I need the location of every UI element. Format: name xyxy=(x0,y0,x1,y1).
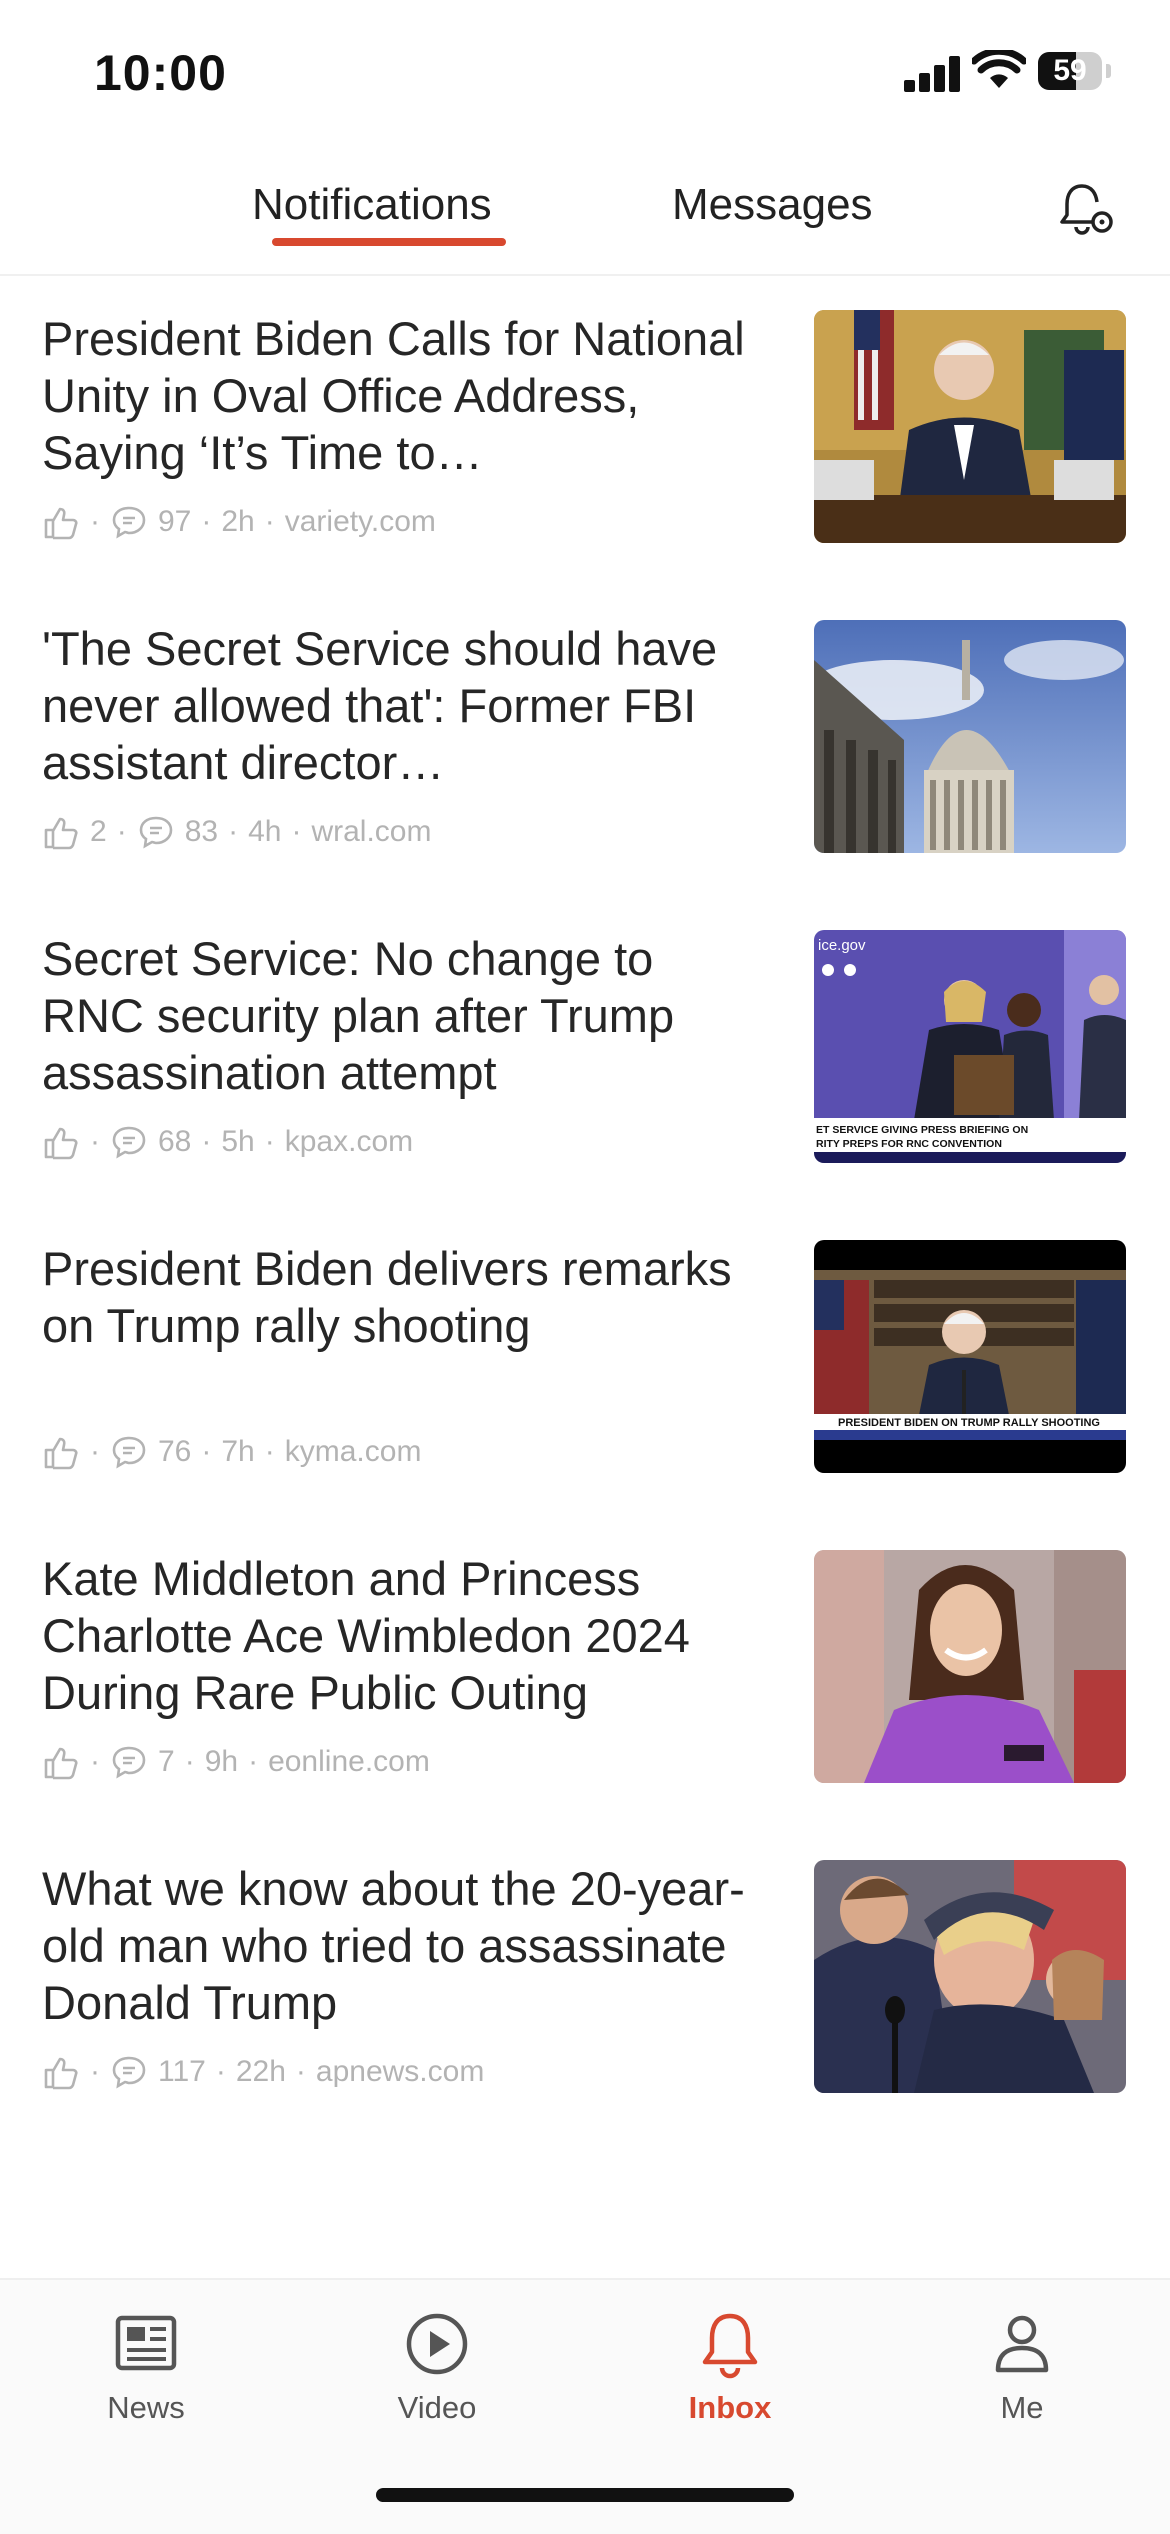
nav-item-me[interactable]: Me xyxy=(922,2308,1122,2426)
notification-item[interactable]: 'The Secret Service should have never al… xyxy=(0,586,1170,896)
nav-label-inbox: Inbox xyxy=(688,2390,772,2425)
post-time: 7h xyxy=(221,1435,255,1468)
notification-title[interactable]: President Biden delivers remarks on Trum… xyxy=(42,1240,762,1354)
notification-meta: · 117 · 22h · apnews.com xyxy=(42,2050,484,2094)
post-time: 2h xyxy=(221,505,255,538)
notification-meta: 2 · 83 · 4h · wral.com xyxy=(42,810,431,854)
comment-icon[interactable] xyxy=(110,1123,148,1161)
notification-meta: · 97 · 2h · variety.com xyxy=(42,500,436,544)
nav-label-me: Me xyxy=(1000,2390,1044,2425)
comment-count: 83 xyxy=(184,815,219,848)
comment-count: 97 xyxy=(158,505,192,538)
tab-notifications[interactable]: Notifications xyxy=(252,180,492,230)
bell-settings-icon[interactable] xyxy=(1056,178,1118,240)
like-count: 2 xyxy=(90,815,107,848)
comment-icon[interactable] xyxy=(110,2053,148,2091)
news-thumbnail-rally-shooting[interactable] xyxy=(814,1860,1126,2093)
battery-icon: 59 xyxy=(1038,52,1102,90)
news-thumbnail-biden-remarks[interactable]: PRESIDENT BIDEN ON TRUMP RALLY SHOOTING xyxy=(814,1240,1126,1473)
notification-item[interactable]: Secret Service: No change to RNC securit… xyxy=(0,896,1170,1206)
post-time: 9h xyxy=(204,1745,239,1778)
source-domain: kyma.com xyxy=(284,1435,422,1468)
thumbs-up-icon[interactable] xyxy=(42,2053,80,2091)
source-domain: eonline.com xyxy=(268,1745,430,1778)
notification-item[interactable]: Kate Middleton and Princess Charlotte Ac… xyxy=(0,1516,1170,1826)
comment-icon[interactable] xyxy=(110,1743,148,1781)
nav-label-news: News xyxy=(107,2390,185,2425)
notification-title[interactable]: Secret Service: No change to RNC securit… xyxy=(42,930,762,1101)
home-indicator[interactable] xyxy=(376,2488,794,2502)
notification-item[interactable]: President Biden delivers remarks on Trum… xyxy=(0,1206,1170,1516)
news-thumbnail-capitol-dome[interactable] xyxy=(814,620,1126,853)
battery-tip xyxy=(1106,64,1111,78)
news-thumbnail-kate-middleton[interactable] xyxy=(814,1550,1126,1783)
post-time: 5h xyxy=(221,1125,255,1158)
comment-icon[interactable] xyxy=(110,1433,148,1471)
notification-meta: · 68 · 5h · kpax.com xyxy=(42,1120,413,1164)
battery-level: 59 xyxy=(1053,54,1087,87)
source-domain: kpax.com xyxy=(284,1125,414,1158)
comment-count: 76 xyxy=(158,1435,192,1468)
nav-item-video[interactable]: Video xyxy=(337,2308,537,2426)
source-domain: wral.com xyxy=(311,815,432,848)
wifi-icon xyxy=(972,50,1026,88)
inbox-tabs-header: Notifications Messages xyxy=(0,150,1170,276)
comment-icon[interactable] xyxy=(137,813,175,851)
tab-messages[interactable]: Messages xyxy=(672,180,873,230)
notification-item[interactable]: President Biden Calls for National Unity… xyxy=(0,276,1170,586)
source-domain: variety.com xyxy=(284,505,436,538)
thumb-banner-line1: ET SERVICE GIVING PRESS BRIEFING ON xyxy=(816,1124,1028,1136)
cellular-signal-icon xyxy=(904,56,962,92)
person-icon xyxy=(995,2315,1049,2373)
nav-label-video: Video xyxy=(397,2390,477,2425)
post-time: 22h xyxy=(235,2055,286,2088)
thumbs-up-icon[interactable] xyxy=(42,1123,80,1161)
newspaper-icon xyxy=(115,2315,177,2371)
thumb-banner: PRESIDENT BIDEN ON TRUMP RALLY SHOOTING xyxy=(838,1417,1100,1429)
news-thumbnail-biden-oval-office[interactable] xyxy=(814,310,1126,543)
status-bar: 10:00 59 xyxy=(0,0,1170,140)
nav-item-inbox[interactable]: Inbox xyxy=(630,2308,830,2426)
news-thumbnail-press-briefing[interactable]: ice.gov ET SERVICE GIVING PRESS BRIEFING… xyxy=(814,930,1126,1163)
notification-meta: · 76 · 7h · kyma.com xyxy=(42,1430,421,1474)
comment-count: 117 xyxy=(158,2055,206,2088)
active-tab-indicator xyxy=(272,238,506,246)
thumb-banner-line2: RITY PREPS FOR RNC CONVENTION xyxy=(816,1138,1002,1150)
play-circle-icon xyxy=(406,2313,468,2375)
comment-count: 68 xyxy=(158,1125,192,1158)
notification-meta: · 7 · 9h · eonline.com xyxy=(42,1740,430,1784)
notification-title[interactable]: 'The Secret Service should have never al… xyxy=(42,620,762,791)
status-time: 10:00 xyxy=(94,45,227,101)
thumbs-up-icon[interactable] xyxy=(42,503,80,541)
source-domain: apnews.com xyxy=(315,2055,485,2088)
comment-count: 7 xyxy=(158,1745,175,1778)
notification-item[interactable]: What we know about the 20-year-old man w… xyxy=(0,1826,1170,2136)
bell-icon xyxy=(702,2313,758,2379)
notification-title[interactable]: What we know about the 20-year-old man w… xyxy=(42,1860,762,2031)
thumb-site-text: ice.gov xyxy=(818,937,866,954)
notification-title[interactable]: Kate Middleton and Princess Charlotte Ac… xyxy=(42,1550,762,1721)
thumbs-up-icon[interactable] xyxy=(42,1433,80,1471)
thumbs-up-icon[interactable] xyxy=(42,813,80,851)
nav-item-news[interactable]: News xyxy=(46,2308,246,2426)
post-time: 4h xyxy=(248,815,282,848)
thumbs-up-icon[interactable] xyxy=(42,1743,80,1781)
notification-title[interactable]: President Biden Calls for National Unity… xyxy=(42,310,762,481)
comment-icon[interactable] xyxy=(110,503,148,541)
